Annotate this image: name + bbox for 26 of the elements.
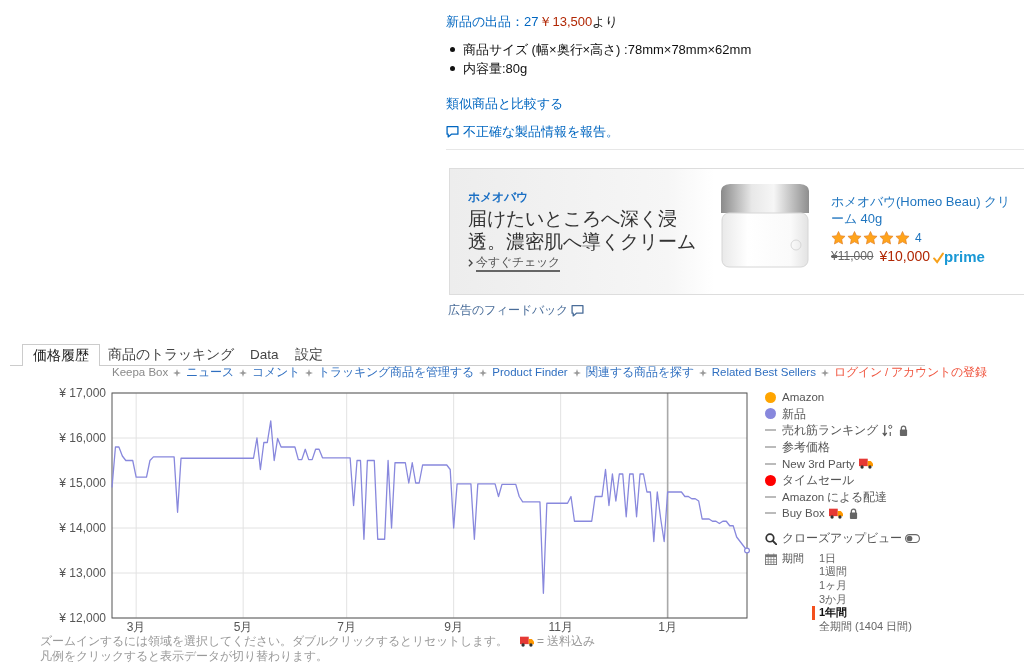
offer-price: ￥13,500	[539, 12, 593, 31]
x-axis-label: 7月	[337, 620, 356, 634]
ad-brand: ホメオバウ	[468, 190, 528, 204]
y-axis-label: ¥ 16,000	[59, 431, 106, 445]
y-axis-label: ¥ 12,000	[59, 611, 106, 625]
feature-text: 商品サイズ (幅×奥行×高さ) :78mm×78mm×62mm	[463, 40, 752, 59]
x-axis-label: 11月	[548, 620, 573, 634]
list-price: ¥11,000	[831, 248, 874, 265]
closeup-view-label: クローズアップビュー	[782, 531, 902, 547]
period-label: 期間	[782, 551, 804, 566]
y-axis-label: ¥ 14,000	[59, 521, 106, 535]
price-suffix: より	[592, 12, 619, 31]
y-axis-label: ¥ 15,000	[59, 476, 106, 490]
legend-hint: 凡例をクリックすると表示データが切り替わります。	[40, 649, 328, 664]
x-axis-label: 3月	[126, 620, 146, 634]
y-axis-label: ¥ 13,000	[59, 566, 106, 580]
feature-text: 内容量:80g	[463, 59, 528, 78]
y-axis-label: ¥ 17,000	[59, 386, 106, 400]
zoom-hint: ズームインするには領域を選択してください。ダブルクリックするとリセットします。	[40, 634, 508, 649]
prime-label: prime	[944, 248, 985, 264]
shipping-key: = 送料込み	[537, 634, 596, 649]
sale-price: ¥10,000	[879, 246, 931, 266]
x-axis-label: 5月	[233, 620, 253, 634]
x-axis-label: 9月	[444, 620, 463, 634]
x-axis-label: 1月	[658, 620, 677, 634]
ad-headline: 届けたいところへ深く浸透。濃密肌へ導くクリーム	[468, 207, 697, 253]
